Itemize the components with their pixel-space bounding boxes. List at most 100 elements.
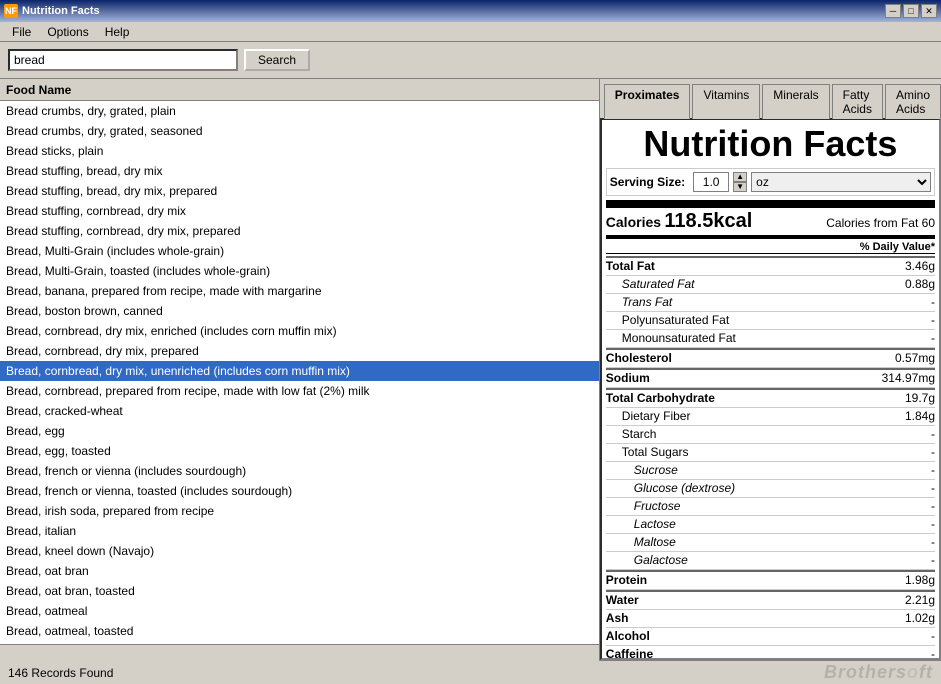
- serving-spinner[interactable]: ▲ ▼: [733, 172, 747, 192]
- nutrient-value: 2.21g: [905, 593, 935, 608]
- daily-value-header: % Daily Value*: [606, 241, 935, 254]
- tab-vitamins[interactable]: Vitamins: [692, 84, 760, 119]
- list-item[interactable]: Bread, egg, toasted: [0, 441, 599, 461]
- nutrition-title: Nutrition Facts: [606, 124, 935, 164]
- nutrient-row: Polyunsaturated Fat-: [606, 312, 935, 330]
- nutrient-name: Trans Fat: [606, 295, 672, 310]
- list-item[interactable]: Bread crumbs, dry, grated, seasoned: [0, 121, 599, 141]
- list-item[interactable]: Bread, oat bran: [0, 561, 599, 581]
- list-item[interactable]: Bread, banana, prepared from recipe, mad…: [0, 281, 599, 301]
- list-item[interactable]: Bread, kneel down (Navajo): [0, 541, 599, 561]
- nutrient-value: -: [931, 331, 935, 346]
- list-item[interactable]: Bread, Multi-Grain (includes whole-grain…: [0, 241, 599, 261]
- search-button[interactable]: Search: [244, 49, 310, 71]
- records-found: 146 Records Found: [8, 666, 113, 680]
- tab-amino-acids[interactable]: Amino Acids: [885, 84, 941, 119]
- nutrient-row: Maltose-: [606, 534, 935, 552]
- list-item[interactable]: Bread, french or vienna, toasted (includ…: [0, 481, 599, 501]
- close-button[interactable]: ✕: [921, 4, 937, 18]
- nutrient-row: Ash 1.02g: [606, 610, 935, 628]
- nutrient-rows: Total Fat3.46gSaturated Fat0.88gTrans Fa…: [606, 256, 935, 660]
- nutrient-value: -: [931, 629, 935, 644]
- list-item[interactable]: Bread, oat bran, toasted: [0, 581, 599, 601]
- menu-options[interactable]: Options: [39, 23, 96, 41]
- list-item[interactable]: Bread, french or vienna (includes sourdo…: [0, 461, 599, 481]
- nutrient-name: Water: [606, 593, 639, 608]
- list-item[interactable]: Bread, cornbread, dry mix, unenriched (i…: [0, 361, 599, 381]
- list-item[interactable]: Bread, oatmeal, toasted: [0, 621, 599, 641]
- list-item[interactable]: Bread crumbs, dry, grated, plain: [0, 101, 599, 121]
- nutrient-row: Dietary Fiber1.84g: [606, 408, 935, 426]
- list-item[interactable]: Bread, egg: [0, 421, 599, 441]
- tab-minerals[interactable]: Minerals: [762, 84, 829, 119]
- nutrient-row: Total Fat3.46g: [606, 256, 935, 276]
- main-content: Food Name Bread crumbs, dry, grated, pla…: [0, 78, 941, 660]
- list-header: Food Name: [0, 79, 599, 101]
- nutrient-row: Saturated Fat0.88g: [606, 276, 935, 294]
- right-panel: ProximatesVitaminsMineralsFatty AcidsAmi…: [600, 79, 941, 660]
- list-item[interactable]: Bread, cornbread, prepared from recipe, …: [0, 381, 599, 401]
- horizontal-scrollbar[interactable]: [0, 644, 599, 660]
- nutrient-value: -: [931, 427, 935, 442]
- nutrient-value: -: [931, 647, 935, 660]
- nutrient-name: Monounsaturated Fat: [606, 331, 736, 346]
- calories-label: Calories: [606, 214, 661, 230]
- search-bar: Search: [0, 42, 941, 78]
- list-item[interactable]: Bread, irish soda, prepared from recipe: [0, 501, 599, 521]
- list-item[interactable]: Bread, pita, white, enriched: [0, 641, 599, 644]
- restore-button[interactable]: □: [903, 4, 919, 18]
- nutrient-row: Fructose-: [606, 498, 935, 516]
- nutrient-value: 0.57mg: [895, 351, 935, 366]
- tab-fatty-acids[interactable]: Fatty Acids: [832, 84, 883, 119]
- list-item[interactable]: Bread, boston brown, canned: [0, 301, 599, 321]
- calories-row: Calories 118.5kcal Calories from Fat 60: [606, 200, 935, 239]
- nutrient-value: -: [931, 535, 935, 550]
- nutrient-row: Glucose (dextrose)-: [606, 480, 935, 498]
- minimize-button[interactable]: ─: [885, 4, 901, 18]
- menu-help[interactable]: Help: [97, 23, 138, 41]
- nutrient-row: Alcohol-: [606, 628, 935, 646]
- tab-content[interactable]: Nutrition Facts Serving Size: ▲ ▼ oz Cal…: [600, 118, 941, 660]
- list-item[interactable]: Bread, italian: [0, 521, 599, 541]
- app-icon: NF: [4, 4, 18, 18]
- tab-proximates[interactable]: Proximates: [604, 84, 691, 119]
- menu-bar: File Options Help: [0, 22, 941, 42]
- nutrient-value: 1.02g: [905, 611, 935, 626]
- list-item[interactable]: Bread, cracked-wheat: [0, 401, 599, 421]
- food-list: Bread crumbs, dry, grated, plainBread cr…: [0, 101, 599, 644]
- nutrient-name: Total Sugars: [606, 445, 689, 460]
- menu-file[interactable]: File: [4, 23, 39, 41]
- nutrient-value: 1.98g: [905, 573, 935, 588]
- nutrient-value: 1.84g: [905, 409, 935, 424]
- search-input[interactable]: [8, 49, 238, 71]
- serving-size-input[interactable]: [693, 172, 729, 192]
- nutrient-row: Sucrose-: [606, 462, 935, 480]
- spin-down[interactable]: ▼: [733, 182, 747, 192]
- nutrient-row: Total Carbohydrate19.7g: [606, 388, 935, 408]
- list-item[interactable]: Bread stuffing, cornbread, dry mix, prep…: [0, 221, 599, 241]
- nutrient-value: -: [931, 481, 935, 496]
- nutrient-name: Ash: [606, 611, 629, 626]
- nutrient-row: Sodium314.97mg: [606, 368, 935, 388]
- list-item[interactable]: Bread, oatmeal: [0, 601, 599, 621]
- list-item[interactable]: Bread stuffing, bread, dry mix: [0, 161, 599, 181]
- list-item[interactable]: Bread, Multi-Grain, toasted (includes wh…: [0, 261, 599, 281]
- list-item[interactable]: Bread stuffing, cornbread, dry mix: [0, 201, 599, 221]
- nutrient-name: Galactose: [606, 553, 688, 568]
- calories-from-fat-value: 60: [922, 216, 935, 230]
- serving-row: Serving Size: ▲ ▼ oz: [606, 168, 935, 196]
- nutrient-value: -: [931, 517, 935, 532]
- calories-value: 118.5kcal: [664, 210, 752, 232]
- list-item[interactable]: Bread, cornbread, dry mix, enriched (inc…: [0, 321, 599, 341]
- list-item[interactable]: Bread sticks, plain: [0, 141, 599, 161]
- food-list-container[interactable]: Bread crumbs, dry, grated, plainBread cr…: [0, 101, 599, 644]
- nutrient-name: Sucrose: [606, 463, 678, 478]
- unit-select[interactable]: oz: [751, 172, 931, 192]
- list-item[interactable]: Bread stuffing, bread, dry mix, prepared: [0, 181, 599, 201]
- left-panel: Food Name Bread crumbs, dry, grated, pla…: [0, 79, 600, 660]
- nutrient-row: Cholesterol0.57mg: [606, 348, 935, 368]
- list-item[interactable]: Bread, cornbread, dry mix, prepared: [0, 341, 599, 361]
- nutrient-value: 3.46g: [905, 259, 935, 274]
- spin-up[interactable]: ▲: [733, 172, 747, 182]
- nutrient-value: -: [931, 295, 935, 310]
